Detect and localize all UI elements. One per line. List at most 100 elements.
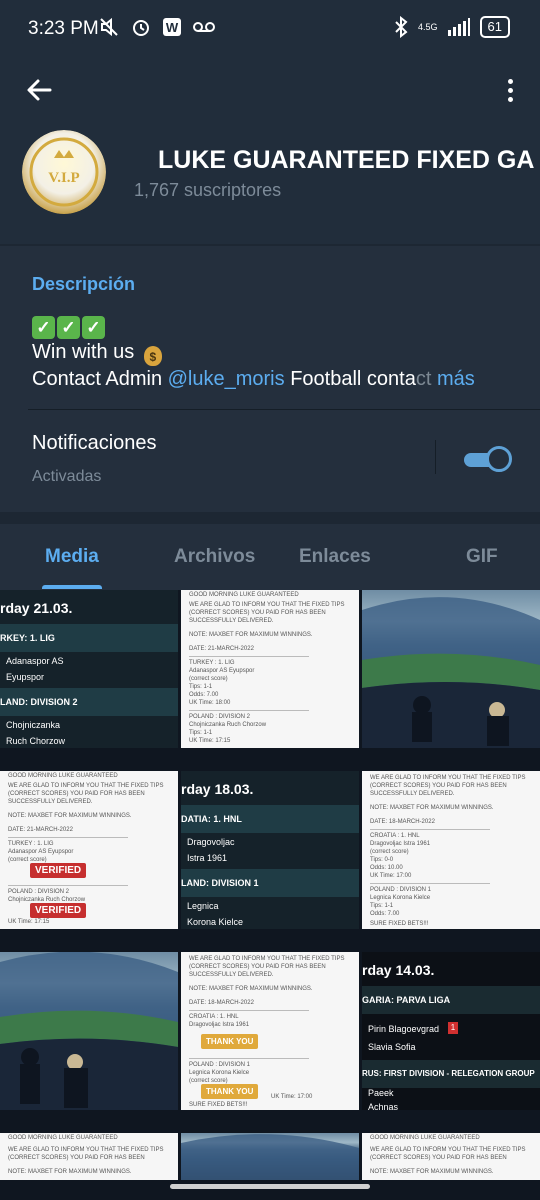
media-thumbnail[interactable]: GOOD MORNING LUKE GUARANTEED WE ARE GLAD… bbox=[362, 1133, 540, 1180]
doc-line: (correct score) bbox=[189, 676, 228, 682]
dot-icon bbox=[507, 87, 513, 93]
doc-line: GOOD MORNING LUKE GUARANTEED bbox=[189, 592, 299, 598]
mute-icon bbox=[100, 17, 118, 37]
doc-line: CROATIA : 1. HNL bbox=[189, 1014, 239, 1020]
doc-line: (CORRECT SCORES) YOU PAID FOR HAS BEEN bbox=[189, 610, 326, 616]
media-thumbnail[interactable]: WE ARE GLAD TO INFORM YOU THAT THE FIXED… bbox=[181, 952, 359, 1110]
dot-icon bbox=[507, 78, 513, 84]
arrow-left-icon bbox=[27, 79, 52, 101]
thank-you-stamp: THANK YOU bbox=[201, 1084, 259, 1099]
media-thumbnail[interactable] bbox=[0, 952, 178, 1110]
doc-line: POLAND : DIVISION 2 bbox=[189, 714, 251, 720]
team-name: Ruch Chorzow bbox=[6, 736, 66, 746]
team-name: Achnas bbox=[368, 1102, 399, 1110]
doc-line: Tips: 0-0 bbox=[370, 857, 394, 863]
doc-line: NOTE: MAXBET FOR MAXIMUM WINNINGS. bbox=[189, 632, 313, 638]
notifications-toggle[interactable] bbox=[464, 446, 512, 472]
doc-line: WE ARE GLAD TO INFORM YOU THAT THE FIXED… bbox=[370, 775, 526, 781]
status-bar: 3:23 PM W 4.5G 61 bbox=[0, 0, 540, 60]
doc-rule bbox=[189, 1010, 309, 1011]
media-thumbnail[interactable]: rday 21.03. RKEY: 1. LIG Adanaspor AS Ey… bbox=[0, 590, 178, 748]
doc-line: TURKEY : 1. LIG bbox=[8, 841, 54, 847]
back-button[interactable] bbox=[22, 72, 58, 108]
league-bar: DATIA: 1. HNL bbox=[181, 805, 359, 833]
doc-line: WE ARE GLAD TO INFORM YOU THAT THE FIXED… bbox=[189, 956, 345, 962]
doc-line: POLAND : DIVISION 2 bbox=[8, 889, 70, 895]
media-thumbnail[interactable]: rday 18.03. DATIA: 1. HNL Dragovoljac Is… bbox=[181, 771, 359, 929]
bluetooth-icon bbox=[395, 16, 408, 38]
media-tabs: Media Archivos Enlaces GIF bbox=[0, 524, 540, 590]
doc-line: Odds: 7.00 bbox=[189, 692, 219, 698]
doc-line: TURKEY : 1. LIG bbox=[189, 660, 235, 666]
doc-line: (CORRECT SCORES) YOU PAID FOR HAS BEEN bbox=[370, 1155, 507, 1161]
team-name: Eyupspor bbox=[6, 672, 45, 682]
doc-line: NOTE: MAXBET FOR MAXIMUM WINNINGS. bbox=[189, 986, 313, 992]
doc-line: (CORRECT SCORES) YOU PAID FOR HAS BEEN bbox=[370, 783, 507, 789]
stadium-photo bbox=[362, 597, 540, 748]
fixtures-title: rday 21.03. bbox=[0, 600, 73, 616]
doc-line: Dragovoljac Istra 1961 bbox=[189, 1022, 250, 1028]
home-gesture-pill[interactable] bbox=[170, 1184, 370, 1189]
doc-line: Tips: 1-1 bbox=[189, 684, 213, 690]
tab-media[interactable]: Media bbox=[45, 546, 99, 568]
subscriber-count: 1,767 suscriptores bbox=[134, 180, 282, 200]
media-thumbnail[interactable] bbox=[181, 1133, 359, 1180]
media-thumbnail[interactable]: rday 14.03. GARIA: PARVA LIGA Pirin Blag… bbox=[362, 952, 540, 1110]
admin-mention-link[interactable]: @luke_moris bbox=[168, 368, 285, 390]
red-card-badge: 1 bbox=[448, 1022, 458, 1034]
notifications-status: Activadas bbox=[32, 468, 102, 485]
doc-line: POLAND : DIVISION 1 bbox=[189, 1062, 251, 1068]
media-thumbnail[interactable]: GOOD MORNING LUKE GUARANTEED WE ARE GLAD… bbox=[0, 771, 178, 929]
doc-line: SURE FIXED BETS!!! bbox=[370, 921, 429, 927]
media-thumbnail[interactable]: GOOD MORNING LUKE GUARANTEED WE ARE GLAD… bbox=[0, 1133, 178, 1180]
verified-stamp: VERIFIED bbox=[30, 863, 87, 878]
media-thumbnail[interactable] bbox=[362, 590, 540, 748]
notifications-label[interactable]: Notificaciones bbox=[32, 432, 157, 455]
battery-icon: 61 bbox=[479, 16, 510, 38]
stadium-photo bbox=[181, 1134, 359, 1180]
fixtures-title: rday 14.03. bbox=[362, 962, 435, 978]
info-section: Descripción ✓ ✓ ✓ Win with us $ Contact … bbox=[0, 246, 540, 512]
money-bag-icon: $ bbox=[143, 346, 162, 366]
doc-line: Chojniczanka Ruch Chorzow bbox=[189, 722, 267, 728]
fixtures-title: rday 18.03. bbox=[181, 781, 254, 797]
doc-line: NOTE: MAXBET FOR MAXIMUM WINNINGS. bbox=[370, 805, 494, 811]
league-bar: GARIA: PARVA LIGA bbox=[362, 986, 540, 1014]
doc-line: Tips: 1-1 bbox=[370, 903, 394, 909]
thank-you-stamp: THANK YOU bbox=[201, 1034, 259, 1049]
channel-avatar[interactable]: V.I.P bbox=[22, 130, 106, 214]
doc-line: NOTE: MAXBET FOR MAXIMUM WINNINGS. bbox=[370, 1169, 494, 1175]
check-icon: ✓ bbox=[57, 316, 80, 339]
divider bbox=[28, 409, 540, 410]
description-line-2: Contact Admin @luke_moris Football conta… bbox=[32, 366, 475, 392]
description-fade: ct bbox=[415, 368, 437, 390]
team-name: Adanaspor AS bbox=[6, 656, 64, 666]
media-thumbnail[interactable]: GOOD MORNING LUKE GUARANTEED WE ARE GLAD… bbox=[181, 590, 359, 748]
system-nav-bar bbox=[0, 1180, 540, 1200]
stadium-photo bbox=[0, 952, 178, 1110]
doc-line: Legnica Korona Kielce bbox=[370, 895, 431, 901]
doc-line: Odds: 10.00 bbox=[370, 865, 403, 871]
svg-text:W: W bbox=[166, 20, 179, 35]
media-thumbnail[interactable]: WE ARE GLAD TO INFORM YOU THAT THE FIXED… bbox=[362, 771, 540, 929]
team-name: Pirin Blagoevgrad bbox=[368, 1024, 440, 1034]
show-more-link[interactable]: más bbox=[437, 368, 475, 390]
doc-line: NOTE: MAXBET FOR MAXIMUM WINNINGS. bbox=[8, 1169, 132, 1175]
doc-line: DATE: 21-MARCH-2022 bbox=[8, 827, 73, 833]
doc-line: UK Time: 17:15 bbox=[189, 738, 231, 744]
doc-line: Legnica Korona Kielce bbox=[189, 1070, 250, 1076]
description-continuation: Football conta bbox=[284, 368, 416, 390]
tab-gif[interactable]: GIF bbox=[466, 546, 498, 568]
vip-logo: V.I.P bbox=[22, 130, 106, 214]
more-options-button[interactable] bbox=[498, 72, 522, 108]
doc-line: SUCCESSFULLY DELIVERED. bbox=[370, 791, 455, 797]
tab-archivos[interactable]: Archivos bbox=[174, 546, 255, 568]
doc-line: SURE FIXED BETS!!! bbox=[189, 1102, 248, 1108]
channel-header: V.I.P LUKE GUARANTEED FIXED GA 1,767 sus… bbox=[0, 60, 540, 244]
doc-line: (CORRECT SCORES) YOU PAID FOR HAS BEEN bbox=[8, 1155, 145, 1161]
doc-line: (CORRECT SCORES) YOU PAID FOR HAS BEEN bbox=[189, 964, 326, 970]
doc-line: POLAND : DIVISION 1 bbox=[370, 887, 432, 893]
tab-enlaces[interactable]: Enlaces bbox=[299, 546, 371, 568]
doc-line: WE ARE GLAD TO INFORM YOU THAT THE FIXED… bbox=[189, 602, 345, 608]
media-grid: rday 21.03. RKEY: 1. LIG Adanaspor AS Ey… bbox=[0, 590, 540, 1180]
